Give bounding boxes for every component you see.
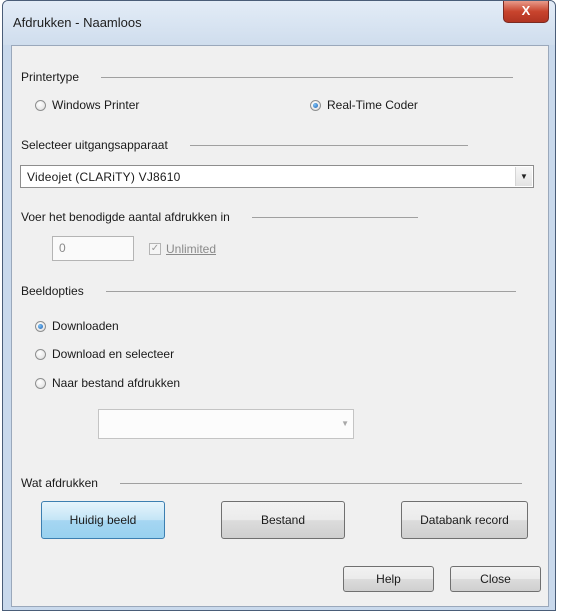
radio-label: Naar bestand afdrukken — [52, 376, 181, 390]
radio-label: Downloaden — [52, 319, 119, 333]
title-bar[interactable]: Afdrukken - Naamloos X — [3, 1, 555, 45]
radio-label: Real-Time Coder — [327, 98, 418, 112]
divider — [101, 76, 514, 78]
divider — [251, 216, 418, 218]
checkbox-checked-icon: ✓ — [149, 243, 161, 255]
print-count-group: Voer het benodigde aantal afdrukken in — [21, 210, 418, 224]
radio-real-time-coder[interactable]: Real-Time Coder — [310, 98, 418, 112]
help-label: Help — [376, 572, 401, 586]
radio-download-en-selecteer[interactable]: Download en selecteer — [35, 347, 174, 361]
file-target-dropdown[interactable]: ▼ — [98, 409, 354, 439]
close-window-button[interactable]: X — [503, 1, 549, 23]
printer-type-group: Printertype — [21, 70, 514, 84]
output-device-label: Selecteer uitgangsapparaat — [21, 138, 168, 152]
output-device-value: Videojet (CLARiTY) VJ8610 — [27, 170, 181, 184]
radio-button-icon — [35, 377, 46, 389]
unlimited-checkbox[interactable]: ✓ Unlimited — [149, 242, 216, 256]
unlimited-label: Unlimited — [166, 242, 217, 256]
radio-label: Download en selecteer — [52, 347, 175, 361]
radio-button-selected-icon — [310, 99, 321, 111]
divider — [119, 482, 522, 484]
radio-label: Windows Printer — [52, 98, 140, 112]
chevron-down-icon[interactable]: ▼ — [515, 167, 532, 186]
radio-button-icon — [35, 348, 46, 360]
dialog-body: Printertype Windows Printer Real-Time Co… — [11, 45, 549, 607]
print-dialog: Afdrukken - Naamloos X Printertype Windo… — [2, 0, 556, 611]
divider — [189, 144, 468, 146]
database-record-label: Databank record — [420, 513, 509, 527]
current-image-button[interactable]: Huidig beeld — [41, 501, 165, 539]
radio-button-selected-icon — [35, 320, 46, 332]
current-image-label: Huidig beeld — [69, 513, 137, 527]
radio-button-icon — [35, 99, 46, 111]
print-count-input[interactable]: 0 — [52, 236, 134, 261]
radio-naar-bestand-afdrukken[interactable]: Naar bestand afdrukken — [35, 376, 180, 390]
chevron-down-icon: ▼ — [341, 419, 349, 428]
close-label: Close — [480, 572, 511, 586]
radio-windows-printer[interactable]: Windows Printer — [35, 98, 139, 112]
printer-type-label: Printertype — [21, 70, 80, 84]
radio-downloaden[interactable]: Downloaden — [35, 319, 119, 333]
close-icon: X — [521, 3, 531, 18]
database-record-button[interactable]: Databank record — [401, 501, 528, 539]
file-button[interactable]: Bestand — [221, 501, 345, 539]
file-label: Bestand — [260, 513, 306, 527]
divider — [105, 290, 516, 292]
print-count-label: Voer het benodigde aantal afdrukken in — [21, 210, 230, 224]
output-device-select[interactable]: Videojet (CLARiTY) VJ8610 ▼ — [20, 165, 534, 188]
close-button[interactable]: Close — [450, 566, 541, 592]
what-to-print-label: Wat afdrukken — [21, 476, 98, 490]
what-to-print-group: Wat afdrukken — [21, 476, 522, 490]
image-options-group: Beeldopties — [21, 284, 516, 298]
help-button[interactable]: Help — [343, 566, 434, 592]
print-count-value: 0 — [59, 241, 66, 255]
output-device-group: Selecteer uitgangsapparaat — [21, 138, 468, 152]
window-title: Afdrukken - Naamloos — [13, 15, 142, 30]
image-options-label: Beeldopties — [21, 284, 84, 298]
